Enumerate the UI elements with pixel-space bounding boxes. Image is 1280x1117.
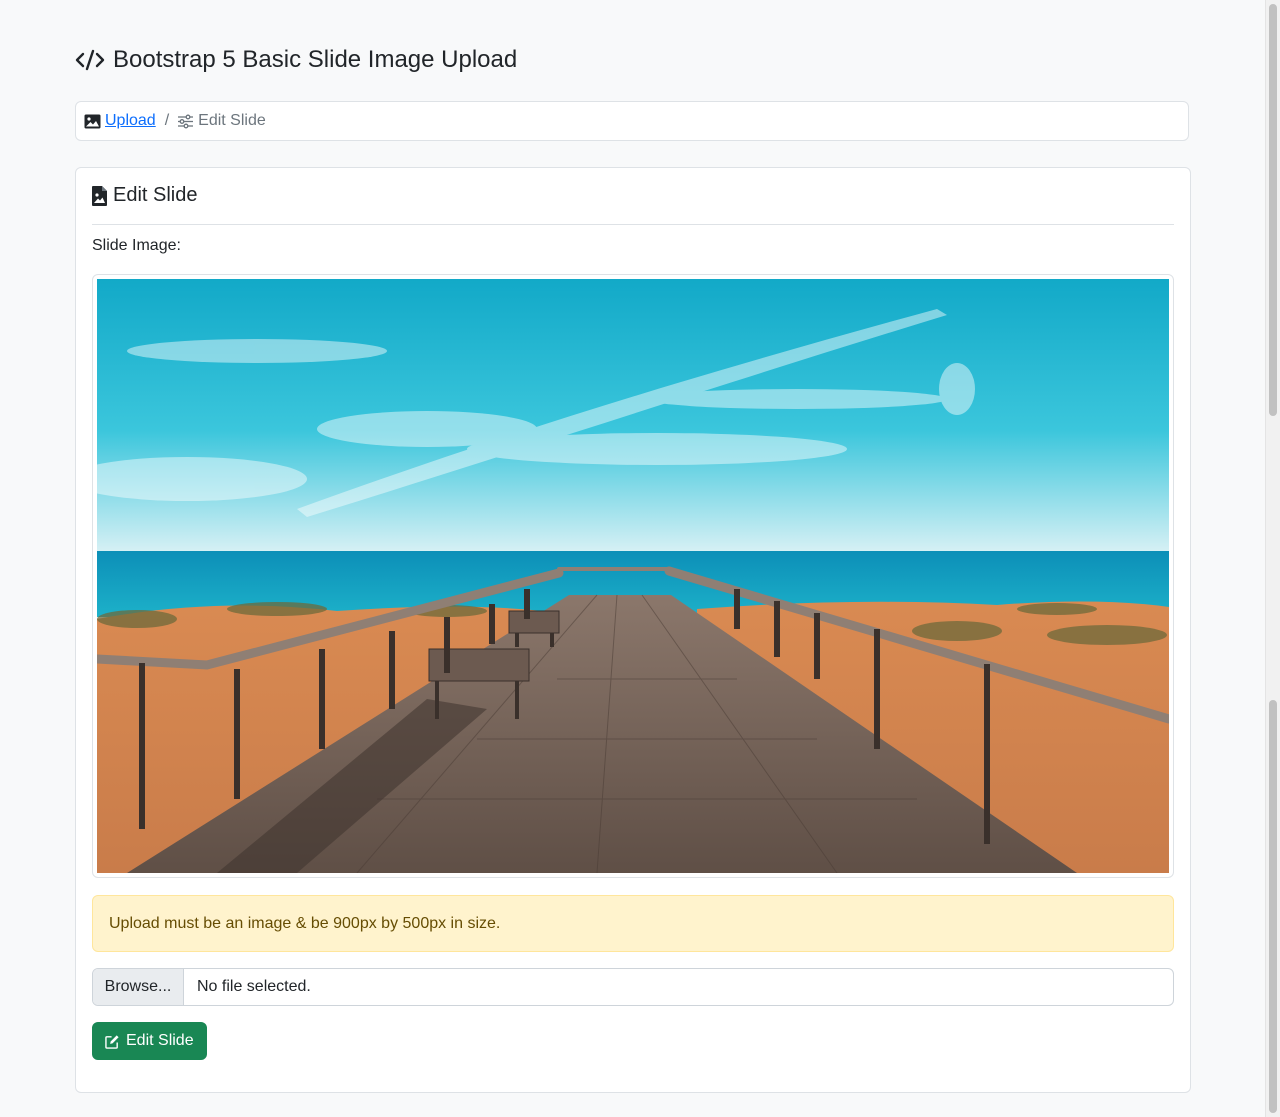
page-scrollbar[interactable] xyxy=(1265,0,1280,1117)
image-icon xyxy=(84,114,101,128)
breadcrumb-separator: / xyxy=(164,112,170,129)
edit-slide-button-label: Edit Slide xyxy=(126,1032,194,1049)
slide-image-label: Slide Image: xyxy=(92,237,181,254)
pencil-square-icon xyxy=(105,1034,119,1049)
page-title-text: Bootstrap 5 Basic Slide Image Upload xyxy=(113,46,518,73)
sliders-icon xyxy=(178,114,194,128)
card-title-text: Edit Slide xyxy=(113,184,198,206)
slide-image-preview xyxy=(92,274,1174,878)
file-image-icon xyxy=(92,185,107,206)
code-slash-icon xyxy=(75,49,105,71)
upload-warning-alert: Upload must be an image & be 900px by 50… xyxy=(92,895,1174,952)
breadcrumb-item-upload[interactable]: Upload xyxy=(84,112,156,130)
breadcrumb: Upload / Edit Slide xyxy=(75,101,1189,141)
edit-slide-card: Edit Slide Slide Image: Upload must be a… xyxy=(75,167,1191,1093)
file-status-text: No file selected. xyxy=(197,978,311,995)
breadcrumb-link-upload[interactable]: Upload xyxy=(105,112,156,130)
slide-image xyxy=(97,279,1169,873)
browse-button[interactable]: Browse... xyxy=(93,969,184,1005)
card-divider xyxy=(92,224,1174,225)
breadcrumb-item-edit-slide: Edit Slide xyxy=(177,112,266,130)
scrollbar-thumb-top[interactable] xyxy=(1269,4,1277,416)
scrollbar-thumb-bottom[interactable] xyxy=(1269,700,1277,1113)
slide-file-input[interactable]: Browse... No file selected. xyxy=(92,968,1174,1006)
page-title: Bootstrap 5 Basic Slide Image Upload xyxy=(75,46,517,74)
card-title: Edit Slide xyxy=(92,184,198,207)
edit-slide-submit-button[interactable]: Edit Slide xyxy=(92,1022,207,1060)
breadcrumb-label-edit-slide: Edit Slide xyxy=(198,112,266,129)
